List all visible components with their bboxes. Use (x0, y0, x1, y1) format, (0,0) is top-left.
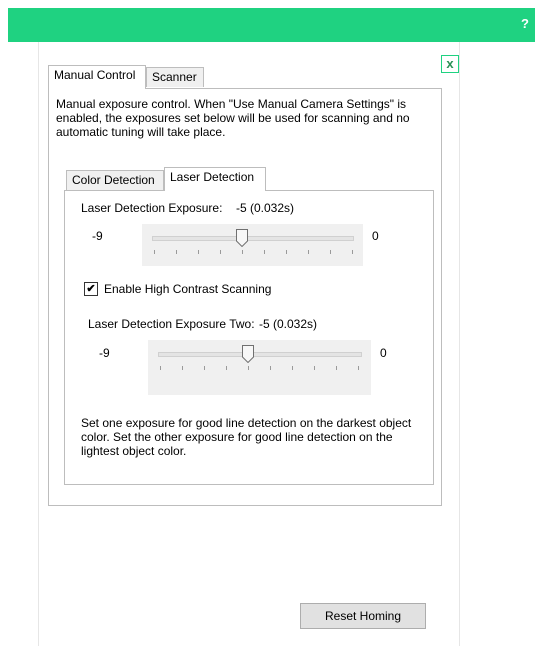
high-contrast-checkbox[interactable]: ✔ (84, 282, 98, 296)
slider-tick (226, 366, 227, 370)
tab-color-detection[interactable]: Color Detection (66, 170, 164, 190)
slider-tick (330, 250, 331, 254)
slider-tick (176, 250, 177, 254)
laser-exposure-two-slider[interactable] (148, 340, 371, 395)
manual-exposure-description: Manual exposure control. When "Use Manua… (56, 97, 410, 139)
slider2-track (158, 352, 362, 357)
slider2-min-label: -9 (99, 346, 110, 360)
slider-tick (308, 250, 309, 254)
slider1-thumb[interactable] (236, 229, 248, 247)
slider-tick (264, 250, 265, 254)
slider-tick (248, 366, 249, 370)
slider-tick (182, 366, 183, 370)
high-contrast-label: Enable High Contrast Scanning (104, 282, 272, 296)
slider-tick (358, 366, 359, 370)
laser-exposure-two-value: -5 (0.032s) (259, 317, 318, 331)
slider-tick (286, 250, 287, 254)
exposure-help-text: Set one exposure for good line detection… (81, 416, 412, 458)
slider2-thumb[interactable] (242, 345, 254, 363)
slider-tick (336, 366, 337, 370)
slider-tick (198, 250, 199, 254)
laser-exposure-label: Laser Detection Exposure: (81, 201, 223, 215)
slider-tick (352, 250, 353, 254)
checkmark-icon: ✔ (86, 283, 96, 295)
close-button[interactable]: x (441, 55, 459, 73)
tab-manual-control[interactable]: Manual Control (48, 65, 146, 89)
reset-homing-button[interactable]: Reset Homing (300, 603, 426, 629)
slider2-max-label: 0 (380, 346, 387, 360)
laser-exposure-two-label: Laser Detection Exposure Two: (88, 317, 255, 331)
title-bar: ? (8, 8, 535, 42)
slider1-max-label: 0 (372, 229, 379, 243)
slider-tick (242, 250, 243, 254)
slider1-track (152, 236, 354, 241)
slider-tick (314, 366, 315, 370)
tab-scanner[interactable]: Scanner (146, 67, 204, 87)
slider1-min-label: -9 (92, 229, 103, 243)
laser-exposure-value: -5 (0.032s) (236, 201, 295, 215)
tab-laser-detection[interactable]: Laser Detection (164, 167, 266, 191)
slider-tick (220, 250, 221, 254)
slider-tick (204, 366, 205, 370)
slider-tick (292, 366, 293, 370)
slider-tick (160, 366, 161, 370)
laser-exposure-slider[interactable] (142, 224, 363, 266)
slider-tick (270, 366, 271, 370)
help-button[interactable]: ? (521, 16, 529, 31)
slider-tick (154, 250, 155, 254)
